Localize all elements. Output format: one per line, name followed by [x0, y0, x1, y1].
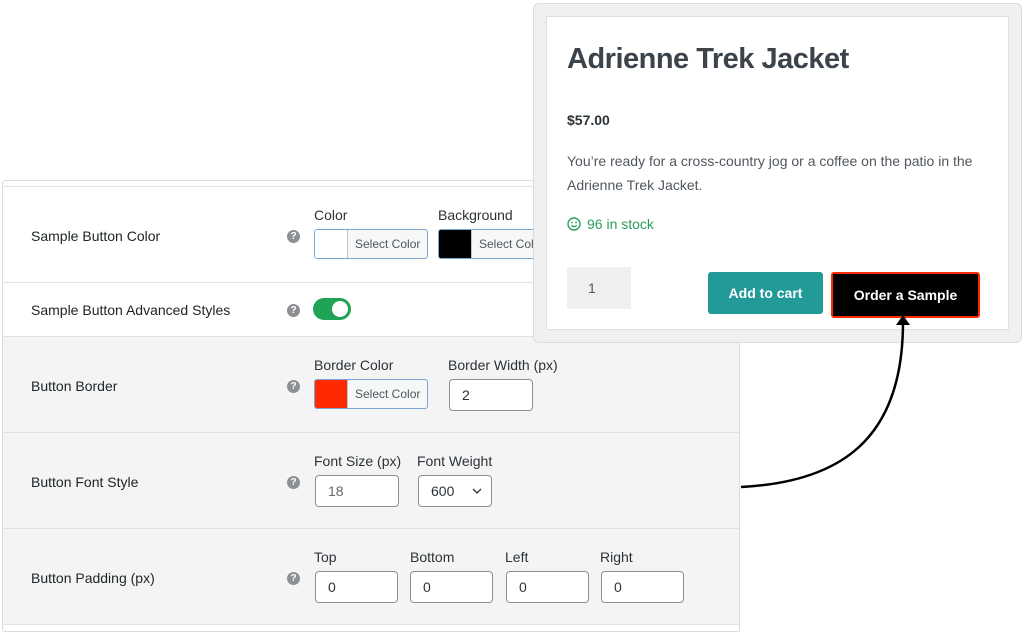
toggle-knob — [332, 301, 348, 317]
field-label: Border Width (px) — [448, 357, 558, 373]
font-weight-value: 600 — [431, 483, 455, 499]
help-icon[interactable]: ? — [287, 380, 300, 393]
color-swatch — [439, 230, 472, 258]
padding-right-input[interactable]: 0 — [601, 571, 684, 603]
color-swatch — [315, 230, 348, 258]
row-label: Button Padding (px) — [31, 570, 155, 586]
chevron-down-icon — [472, 488, 482, 494]
help-icon[interactable]: ? — [287, 304, 300, 317]
product-price: $57.00 — [567, 112, 610, 128]
field-label: Font Weight — [417, 453, 493, 469]
border-width-input[interactable]: 2 — [449, 379, 533, 411]
setting-row-padding: Button Padding (px) ? Top 0 Bottom 0 Lef… — [3, 529, 739, 625]
select-color-label: Select Color — [355, 237, 421, 251]
product-description: You’re ready for a cross-country jog or … — [567, 153, 973, 193]
field-label: Border Color — [314, 357, 394, 373]
padding-left-input[interactable]: 0 — [506, 571, 589, 603]
smiley-icon — [567, 217, 581, 231]
arrow-curve — [740, 321, 905, 489]
row-label: Sample Button Color — [31, 228, 161, 244]
font-weight-select[interactable]: 600 — [418, 475, 492, 507]
order-sample-button[interactable]: Order a Sample — [831, 272, 980, 318]
help-icon[interactable]: ? — [287, 230, 300, 243]
product-summary: Adrienne Trek Jacket $57.00 You’re ready… — [546, 16, 1009, 330]
field-label: Top — [314, 549, 337, 565]
field-label: Color — [314, 207, 348, 223]
field-label: Right — [600, 549, 633, 565]
advanced-styles-toggle[interactable] — [313, 298, 351, 320]
color-picker-text[interactable]: Select Color — [314, 229, 428, 259]
color-swatch — [315, 380, 348, 408]
stock-text: 96 in stock — [587, 216, 654, 232]
quantity-input[interactable]: 1 — [567, 267, 631, 309]
setting-row-button-border: Button Border ? Border Color Select Colo… — [3, 337, 739, 433]
stock-status: 96 in stock — [567, 216, 654, 232]
row-label: Button Font Style — [31, 474, 139, 490]
field-label: Left — [505, 549, 529, 565]
color-picker-border[interactable]: Select Color — [314, 379, 428, 409]
field-label: Background — [438, 207, 513, 223]
field-label: Bottom — [410, 549, 455, 565]
padding-bottom-input[interactable]: 0 — [410, 571, 493, 603]
product-preview-card: Adrienne Trek Jacket $57.00 You’re ready… — [533, 3, 1022, 343]
setting-row-font-style: Button Font Style ? Font Size (px) 18 Fo… — [3, 433, 739, 529]
select-color-label: Select Color — [355, 387, 421, 401]
help-icon[interactable]: ? — [287, 572, 300, 585]
help-icon[interactable]: ? — [287, 476, 300, 489]
product-title: Adrienne Trek Jacket — [567, 43, 849, 75]
row-label: Sample Button Advanced Styles — [31, 302, 231, 318]
field-label: Font Size (px) — [314, 453, 402, 469]
padding-top-input[interactable]: 0 — [315, 571, 398, 603]
font-size-input[interactable]: 18 — [315, 475, 399, 507]
row-label: Button Border — [31, 378, 118, 394]
add-to-cart-button[interactable]: Add to cart — [708, 272, 823, 314]
